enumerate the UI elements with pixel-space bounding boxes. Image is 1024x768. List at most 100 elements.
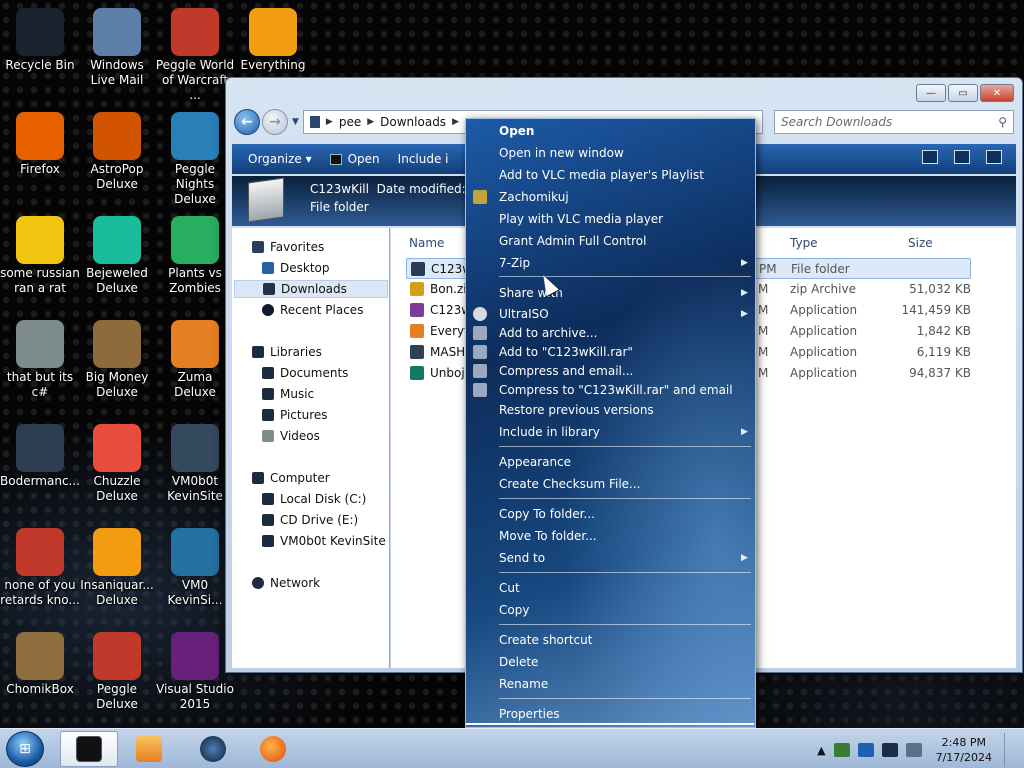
desktop-icon-item[interactable]: some russian ran a rat bbox=[0, 216, 80, 296]
nav-vm-site[interactable]: VM0b0t KevinSite bbox=[262, 534, 386, 548]
taskbar-firefox[interactable] bbox=[244, 731, 302, 767]
menu-include-library[interactable]: Include in library bbox=[499, 423, 600, 441]
change-view-icon[interactable] bbox=[922, 150, 938, 164]
breadcrumb-separator-icon: ▶ bbox=[367, 117, 375, 127]
organize-button[interactable]: Organize ▾ bbox=[248, 152, 312, 166]
menu-compress-email[interactable]: Compress and email... bbox=[499, 362, 633, 380]
desktop-icon-item[interactable]: Bejeweled Deluxe bbox=[77, 216, 157, 296]
menu-delete[interactable]: Delete bbox=[499, 653, 538, 671]
nav-cd-drive[interactable]: CD Drive (E:) bbox=[262, 513, 358, 527]
menu-properties[interactable]: Properties bbox=[499, 705, 560, 723]
close-button[interactable]: ✕ bbox=[980, 84, 1014, 102]
menu-add-to-rar[interactable]: Add to "C123wKill.rar" bbox=[499, 343, 633, 361]
search-icon[interactable]: ⚲ bbox=[998, 115, 1007, 129]
file-icon bbox=[410, 303, 424, 317]
desktop-icon-label: none of you retards kno... bbox=[0, 578, 80, 607]
menu-compress-rar-email[interactable]: Compress to "C123wKill.rar" and email bbox=[499, 381, 733, 399]
desktop-icon-item[interactable]: Bodermanc... bbox=[0, 424, 80, 489]
menu-copy-to-folder[interactable]: Copy To folder... bbox=[499, 505, 595, 523]
menu-add-to-archive[interactable]: Add to archive... bbox=[499, 324, 597, 342]
column-header-size[interactable]: Size bbox=[908, 236, 933, 250]
taskbar-globe[interactable] bbox=[184, 731, 242, 767]
tray-app-icon[interactable] bbox=[833, 743, 850, 757]
desktop-icon-item[interactable]: Peggle Deluxe bbox=[77, 632, 157, 712]
desktop-icon-item[interactable]: Everything bbox=[233, 8, 313, 73]
menu-move-to-folder[interactable]: Move To folder... bbox=[499, 527, 597, 545]
search-input[interactable]: Search Downloads ⚲ bbox=[774, 110, 1014, 134]
taskbar-explorer[interactable] bbox=[60, 731, 118, 767]
menu-separator bbox=[499, 698, 751, 699]
menu-play-vlc[interactable]: Play with VLC media player bbox=[499, 210, 663, 228]
desktop-icon-item[interactable]: AstroPop Deluxe bbox=[77, 112, 157, 192]
menu-rename[interactable]: Rename bbox=[499, 675, 548, 693]
desktop-icon-item[interactable]: Insaniquar... Deluxe bbox=[77, 528, 157, 608]
menu-zachomikuj[interactable]: Zachomikuj bbox=[499, 188, 569, 206]
desktop-icon-item[interactable]: VM0 KevinSi... bbox=[155, 528, 235, 608]
include-in-library-button[interactable]: Include i bbox=[398, 152, 449, 166]
show-desktop-button[interactable] bbox=[1004, 733, 1016, 767]
desktop-icon-item[interactable]: Plants vs Zombies bbox=[155, 216, 235, 296]
tray-network-icon[interactable] bbox=[857, 743, 874, 757]
desktop-icon-item[interactable]: none of you retards kno... bbox=[0, 528, 80, 608]
recent-pages-dropdown-icon[interactable]: ▼ bbox=[292, 117, 299, 127]
menu-send-to[interactable]: Send to bbox=[499, 549, 545, 567]
nav-libraries[interactable]: Libraries bbox=[252, 345, 322, 359]
desktop-icon-item[interactable]: Peggle World of Warcraft ... bbox=[155, 8, 235, 103]
desktop-icon-item[interactable]: Firefox bbox=[0, 112, 80, 177]
menu-create-checksum[interactable]: Create Checksum File... bbox=[499, 475, 641, 493]
nav-desktop[interactable]: Desktop bbox=[262, 261, 330, 275]
nav-downloads[interactable]: Downloads bbox=[234, 280, 388, 298]
desktop-icon-item[interactable]: Chuzzle Deluxe bbox=[77, 424, 157, 504]
menu-create-shortcut[interactable]: Create shortcut bbox=[499, 631, 592, 649]
desktop-icon-item[interactable]: Visual Studio 2015 bbox=[155, 632, 235, 712]
desktop-icon-item[interactable]: that but its c# bbox=[0, 320, 80, 400]
system-tray: ▲ 2:48 PM 7/17/2024 bbox=[817, 733, 1016, 767]
desktop-icon-item[interactable]: Big Money Deluxe bbox=[77, 320, 157, 400]
back-button[interactable]: ← bbox=[234, 109, 260, 135]
nav-local-disk[interactable]: Local Disk (C:) bbox=[262, 492, 366, 506]
desktop-icon-item[interactable]: VM0b0t KevinSite bbox=[155, 424, 235, 504]
desktop-icon-label: Big Money Deluxe bbox=[85, 370, 149, 399]
nav-documents[interactable]: Documents bbox=[262, 366, 348, 380]
forward-button[interactable]: → bbox=[262, 109, 288, 135]
menu-cut[interactable]: Cut bbox=[499, 579, 520, 597]
tray-volume-icon[interactable] bbox=[905, 743, 922, 757]
menu-open[interactable]: Open bbox=[499, 122, 534, 140]
maximize-button[interactable]: ▭ bbox=[948, 84, 978, 102]
nav-videos[interactable]: Videos bbox=[262, 429, 320, 443]
desktop-icon-item[interactable]: Recycle Bin bbox=[0, 8, 80, 73]
nav-favorites[interactable]: Favorites bbox=[252, 240, 324, 254]
nav-pictures[interactable]: Pictures bbox=[262, 408, 328, 422]
column-header-name[interactable]: Name bbox=[409, 236, 444, 250]
cd-drive-icon bbox=[262, 514, 274, 526]
menu-ultraiso[interactable]: UltraISO bbox=[499, 305, 549, 323]
tray-display-icon[interactable] bbox=[881, 743, 898, 757]
desktop-icon-item[interactable]: ChomikBox bbox=[0, 632, 80, 697]
menu-open-new-window[interactable]: Open in new window bbox=[499, 144, 624, 162]
menu-grant-admin[interactable]: Grant Admin Full Control bbox=[499, 232, 646, 250]
taskbar-media-player[interactable] bbox=[120, 731, 178, 767]
menu-appearance[interactable]: Appearance bbox=[499, 453, 571, 471]
column-header-type[interactable]: Type bbox=[790, 236, 818, 250]
menu-restore-previous[interactable]: Restore previous versions bbox=[499, 401, 654, 419]
menu-7zip[interactable]: 7-Zip bbox=[499, 254, 530, 272]
nav-network[interactable]: Network bbox=[252, 576, 320, 590]
desktop-icon-item[interactable]: Peggle Nights Deluxe bbox=[155, 112, 235, 207]
nav-computer[interactable]: Computer bbox=[252, 471, 330, 485]
nav-music[interactable]: Music bbox=[262, 387, 314, 401]
start-button[interactable]: ⊞ bbox=[6, 731, 44, 767]
clock[interactable]: 2:48 PM 7/17/2024 bbox=[936, 735, 992, 765]
breadcrumb-pee[interactable]: pee bbox=[339, 115, 361, 129]
breadcrumb-downloads[interactable]: Downloads bbox=[380, 115, 446, 129]
preview-pane-icon[interactable] bbox=[954, 150, 970, 164]
menu-add-vlc-playlist[interactable]: Add to VLC media player's Playlist bbox=[499, 166, 704, 184]
menu-copy[interactable]: Copy bbox=[499, 601, 529, 619]
desktop-icon-item[interactable]: Zuma Deluxe bbox=[155, 320, 235, 400]
tray-expand-icon[interactable]: ▲ bbox=[817, 744, 825, 757]
nav-recent-places[interactable]: Recent Places bbox=[262, 303, 363, 317]
open-button[interactable]: Open bbox=[329, 152, 380, 166]
desktop-icon-item[interactable]: Windows Live Mail bbox=[77, 8, 157, 88]
ultraiso-icon bbox=[473, 307, 487, 321]
minimize-button[interactable]: — bbox=[916, 84, 946, 102]
help-icon[interactable] bbox=[986, 150, 1002, 164]
